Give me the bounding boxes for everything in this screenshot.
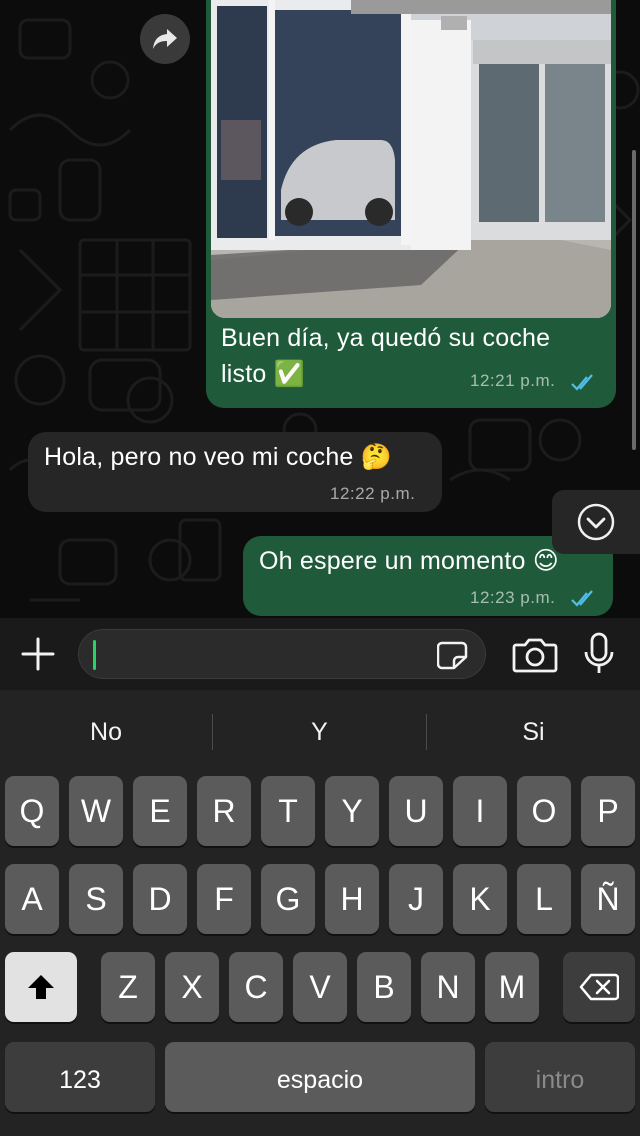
message-time: 12:22 p.m. bbox=[330, 484, 416, 503]
key-q[interactable]: Q bbox=[5, 776, 59, 846]
camera-icon[interactable] bbox=[512, 636, 558, 674]
suggestion-3[interactable]: Si bbox=[427, 712, 640, 752]
photo-storefront-image bbox=[211, 0, 611, 318]
key-z[interactable]: Z bbox=[101, 952, 155, 1022]
space-key[interactable]: espacio bbox=[165, 1042, 475, 1112]
message-input[interactable] bbox=[78, 629, 486, 679]
key-t[interactable]: T bbox=[261, 776, 315, 846]
outgoing-image-message[interactable]: Buen día, ya quedó su coche listo ✅ 12:2… bbox=[206, 0, 616, 408]
key-s[interactable]: S bbox=[69, 864, 123, 934]
return-key-label: intro bbox=[535, 1066, 585, 1094]
key-n-tilde[interactable]: Ñ bbox=[581, 864, 635, 934]
suggestion-1[interactable]: No bbox=[0, 712, 212, 752]
key-i[interactable]: I bbox=[453, 776, 507, 846]
key-k[interactable]: K bbox=[453, 864, 507, 934]
plus-icon bbox=[21, 637, 55, 671]
attach-button[interactable] bbox=[18, 632, 58, 676]
suggestion-2[interactable]: Y bbox=[213, 712, 426, 752]
key-v[interactable]: V bbox=[293, 952, 347, 1022]
scroll-to-bottom-button[interactable] bbox=[552, 490, 640, 554]
key-w[interactable]: W bbox=[69, 776, 123, 846]
forward-button[interactable] bbox=[140, 14, 190, 64]
double-check-icon bbox=[571, 590, 593, 607]
message-text: Hola, pero no veo mi coche 🤔 bbox=[44, 443, 393, 471]
scrollbar[interactable] bbox=[632, 150, 636, 450]
incoming-message[interactable]: Hola, pero no veo mi coche 🤔 12:22 p.m. bbox=[28, 432, 442, 512]
forward-icon bbox=[153, 29, 177, 49]
chat-area[interactable]: Buen día, ya quedó su coche listo ✅ 12:2… bbox=[0, 0, 640, 618]
key-y[interactable]: Y bbox=[325, 776, 379, 846]
message-photo[interactable] bbox=[211, 0, 611, 318]
key-x[interactable]: X bbox=[165, 952, 219, 1022]
caption-line-1: Buen día, ya quedó su coche bbox=[221, 324, 551, 352]
text-caret bbox=[93, 640, 96, 670]
key-b[interactable]: B bbox=[357, 952, 411, 1022]
numbers-key-label: 123 bbox=[59, 1066, 101, 1094]
chevron-down-icon bbox=[577, 503, 615, 541]
space-key-label: espacio bbox=[276, 1066, 364, 1094]
key-m[interactable]: M bbox=[485, 952, 539, 1022]
key-a[interactable]: A bbox=[5, 864, 59, 934]
whatsapp-chat-screen: Buen día, ya quedó su coche listo ✅ 12:2… bbox=[0, 0, 640, 1136]
backspace-key[interactable] bbox=[563, 952, 635, 1022]
key-d[interactable]: D bbox=[133, 864, 187, 934]
key-o[interactable]: O bbox=[517, 776, 571, 846]
key-g[interactable]: G bbox=[261, 864, 315, 934]
keyboard: No Y Si Q W E R T Y U I O P A S D F G H … bbox=[0, 690, 640, 1136]
microphone-icon[interactable] bbox=[582, 632, 616, 676]
key-p[interactable]: P bbox=[581, 776, 635, 846]
shift-icon bbox=[28, 975, 54, 999]
key-j[interactable]: J bbox=[389, 864, 443, 934]
message-time: 12:23 p.m. bbox=[470, 588, 556, 607]
key-l[interactable]: L bbox=[517, 864, 571, 934]
key-n[interactable]: N bbox=[421, 952, 475, 1022]
double-check-icon bbox=[571, 374, 593, 391]
backspace-icon bbox=[579, 973, 620, 1001]
return-key[interactable]: intro bbox=[485, 1042, 635, 1112]
key-c[interactable]: C bbox=[229, 952, 283, 1022]
key-f[interactable]: F bbox=[197, 864, 251, 934]
message-compose-bar bbox=[0, 618, 640, 690]
message-text: Oh espere un momento 😊 bbox=[259, 547, 560, 575]
key-e[interactable]: E bbox=[133, 776, 187, 846]
shift-key[interactable] bbox=[5, 952, 77, 1022]
sticker-icon[interactable] bbox=[437, 640, 469, 670]
key-u[interactable]: U bbox=[389, 776, 443, 846]
numbers-key[interactable]: 123 bbox=[5, 1042, 155, 1112]
message-time: 12:21 p.m. bbox=[470, 371, 556, 390]
key-h[interactable]: H bbox=[325, 864, 379, 934]
key-r[interactable]: R bbox=[197, 776, 251, 846]
predictive-bar: No Y Si bbox=[0, 690, 640, 774]
